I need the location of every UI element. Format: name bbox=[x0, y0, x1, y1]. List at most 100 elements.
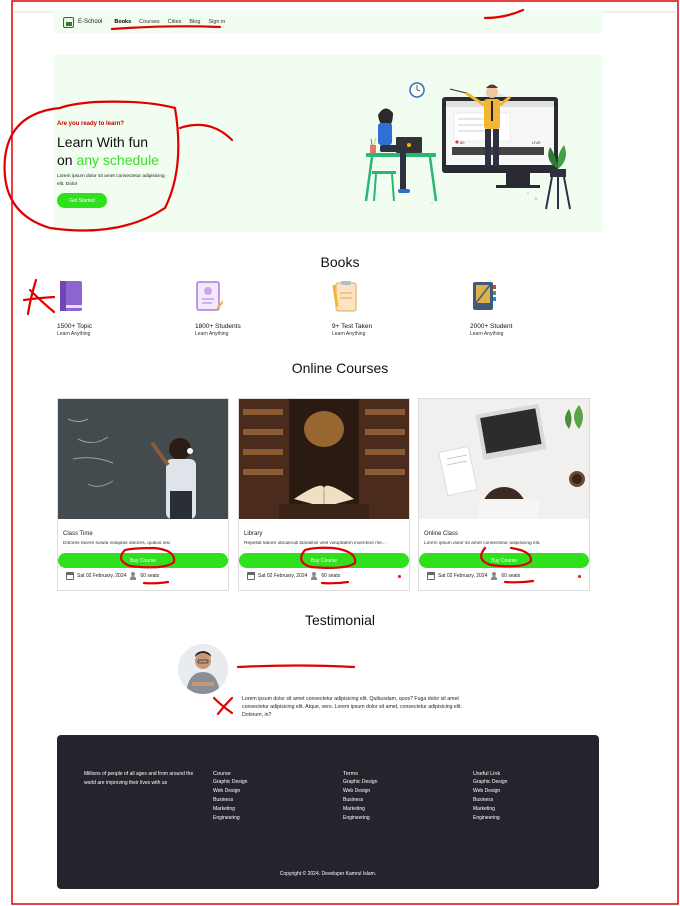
footer-link[interactable]: Engineering bbox=[213, 814, 247, 823]
stat-subtitle: Learn Anything bbox=[332, 331, 366, 337]
status-dot bbox=[578, 574, 581, 578]
notebook-ruler-icon bbox=[473, 282, 496, 310]
footer-link[interactable]: Business bbox=[343, 796, 377, 805]
footer: Millions of people of all ages and from … bbox=[57, 735, 599, 889]
course-meta: Sat 02 February, 2024 60 seats bbox=[247, 572, 409, 580]
footer-column-useful-link: Useful Link Graphic Design Web Design Bu… bbox=[473, 770, 507, 823]
stat-student: 2000+ Student Learn Anything bbox=[470, 279, 560, 337]
clipboard-pencil-icon bbox=[332, 281, 357, 312]
buy-course-button[interactable]: Buy Course bbox=[58, 553, 228, 568]
course-title: Library bbox=[244, 531, 263, 537]
course-meta: Sat 02 February, 2024 60 seats bbox=[66, 572, 228, 580]
seats-icon bbox=[129, 572, 137, 580]
footer-link[interactable]: Web Design bbox=[213, 787, 247, 796]
stat-tests: 9+ Test Taken Learn Anything bbox=[332, 279, 422, 337]
testimonial-text: Lorem ipsum dolor sit amet consectetur a… bbox=[242, 696, 462, 718]
buy-course-button[interactable]: Buy Course bbox=[419, 553, 589, 568]
stat-title: 1800+ Students bbox=[195, 323, 241, 330]
course-description: Repellat labore obcaecati blanditiis vel… bbox=[244, 541, 386, 546]
course-date: Sat 02 February, 2024 bbox=[438, 573, 488, 579]
footer-link[interactable]: Graphic Design bbox=[473, 778, 507, 787]
course-description: Dolores facere soluta voluptas dolores, … bbox=[63, 541, 170, 546]
calendar-icon bbox=[427, 572, 435, 580]
course-seats: 60 seats bbox=[501, 573, 521, 579]
hero-illustration: 80 LIVE bbox=[364, 82, 571, 210]
course-card: Library Repellat labore obcaecati blandi… bbox=[238, 398, 410, 591]
testimonial-avatar bbox=[178, 644, 228, 694]
nav-link-blog[interactable]: Blog bbox=[189, 19, 200, 25]
footer-link[interactable]: Engineering bbox=[473, 814, 507, 823]
seats-icon bbox=[310, 572, 318, 580]
get-started-button[interactable]: Get Started bbox=[57, 193, 107, 208]
footer-about: Millions of people of all ages and from … bbox=[84, 771, 194, 786]
footer-column-title: Terms bbox=[343, 771, 358, 777]
nav-link-books[interactable]: Books bbox=[114, 19, 131, 25]
course-meta: Sat 02 February, 2024 60 seats bbox=[427, 572, 589, 580]
stat-topics: 1500+ Topic Learn Anything bbox=[57, 279, 147, 337]
course-title: Class Time bbox=[63, 531, 93, 537]
hero-title-prefix: on bbox=[57, 152, 77, 168]
heart-icon bbox=[455, 140, 459, 144]
footer-column-terms: Terms Graphic Design Web Design Business… bbox=[343, 770, 377, 823]
footer-link[interactable]: Marketing bbox=[343, 805, 377, 814]
stat-title: 9+ Test Taken bbox=[332, 323, 373, 330]
course-description: Lorem ipsum dolor sit amet consectetur a… bbox=[424, 541, 541, 546]
book-stack-icon bbox=[60, 281, 82, 311]
course-title: Online Class bbox=[424, 531, 459, 537]
nav-link-cities[interactable]: Cities bbox=[168, 19, 182, 25]
calendar-icon bbox=[66, 572, 74, 580]
stat-subtitle: Learn Anything bbox=[57, 331, 91, 337]
stat-subtitle: Learn Anything bbox=[470, 331, 504, 337]
course-image-online-class bbox=[419, 399, 589, 531]
footer-link[interactable]: Web Design bbox=[473, 787, 507, 796]
calendar-icon bbox=[247, 572, 255, 580]
footer-link[interactable]: Web Design bbox=[343, 787, 377, 796]
footer-link[interactable]: Marketing bbox=[473, 805, 507, 814]
testimonial-section-title: Testimonial bbox=[304, 612, 376, 628]
nav-link-sign-in[interactable]: Sign in bbox=[208, 19, 225, 25]
buy-course-button[interactable]: Buy Course bbox=[239, 553, 409, 568]
nav-link-courses[interactable]: Courses bbox=[139, 19, 159, 25]
course-date: Sat 02 February, 2024 bbox=[258, 573, 308, 579]
certificate-icon bbox=[196, 281, 226, 311]
footer-link[interactable]: Business bbox=[473, 796, 507, 805]
nav-links: Books Courses Cities Blog Sign in bbox=[114, 19, 225, 25]
stat-subtitle: Learn Anything bbox=[195, 331, 229, 337]
hero-kicker: Are you ready to learn? bbox=[57, 121, 125, 127]
course-image-chalkboard bbox=[58, 399, 228, 519]
logo-text: E-School bbox=[78, 19, 103, 25]
footer-copyright: Copyright © 2024. Developer Kamrul Islam… bbox=[279, 871, 377, 877]
course-seats: 60 seats bbox=[321, 573, 341, 579]
illustration-badge-right: LIVE bbox=[532, 140, 541, 145]
seats-icon bbox=[490, 572, 498, 580]
footer-link[interactable]: Engineering bbox=[343, 814, 377, 823]
hero-text: Lorem ipsum dolor sit amet consectetur a… bbox=[57, 174, 165, 187]
hero-title-accent: any schedule bbox=[76, 152, 159, 168]
course-card: Class Time Dolores facere soluta volupta… bbox=[57, 398, 229, 591]
hero-section: Are you ready to learn? Learn With fun o… bbox=[53, 55, 603, 232]
school-logo-icon bbox=[63, 16, 74, 28]
stat-students: 1800+ Students Learn Anything bbox=[195, 279, 285, 337]
annotation-line-testimonial bbox=[236, 664, 356, 669]
stat-title: 2000+ Student bbox=[470, 323, 513, 330]
footer-link[interactable]: Graphic Design bbox=[213, 778, 247, 787]
footer-link[interactable]: Marketing bbox=[213, 805, 247, 814]
course-date: Sat 02 February, 2024 bbox=[77, 573, 127, 579]
course-seats: 60 seats bbox=[140, 573, 160, 579]
course-image-library bbox=[239, 399, 409, 519]
illustration-badge-left: 80 bbox=[460, 140, 465, 145]
footer-column-title: Course bbox=[213, 771, 231, 777]
footer-link[interactable]: Business bbox=[213, 796, 247, 805]
footer-column-course: Course Graphic Design Web Design Busines… bbox=[213, 770, 247, 823]
logo[interactable]: E-School bbox=[63, 16, 103, 28]
footer-link[interactable]: Graphic Design bbox=[343, 778, 377, 787]
stat-title: 1500+ Topic bbox=[57, 323, 93, 330]
annotation-x-books bbox=[22, 278, 56, 316]
books-section-title: Books bbox=[320, 254, 360, 270]
hero-title-line1: Learn With fun bbox=[57, 134, 149, 150]
annotation-x-testimonial bbox=[212, 696, 234, 716]
course-card: Online Class Lorem ipsum dolor sit amet … bbox=[418, 398, 590, 591]
hero-title: Learn With fun on any schedule bbox=[57, 133, 159, 169]
top-navbar: E-School Books Courses Cities Blog Sign … bbox=[53, 11, 603, 33]
courses-section-title: Online Courses bbox=[291, 360, 389, 376]
